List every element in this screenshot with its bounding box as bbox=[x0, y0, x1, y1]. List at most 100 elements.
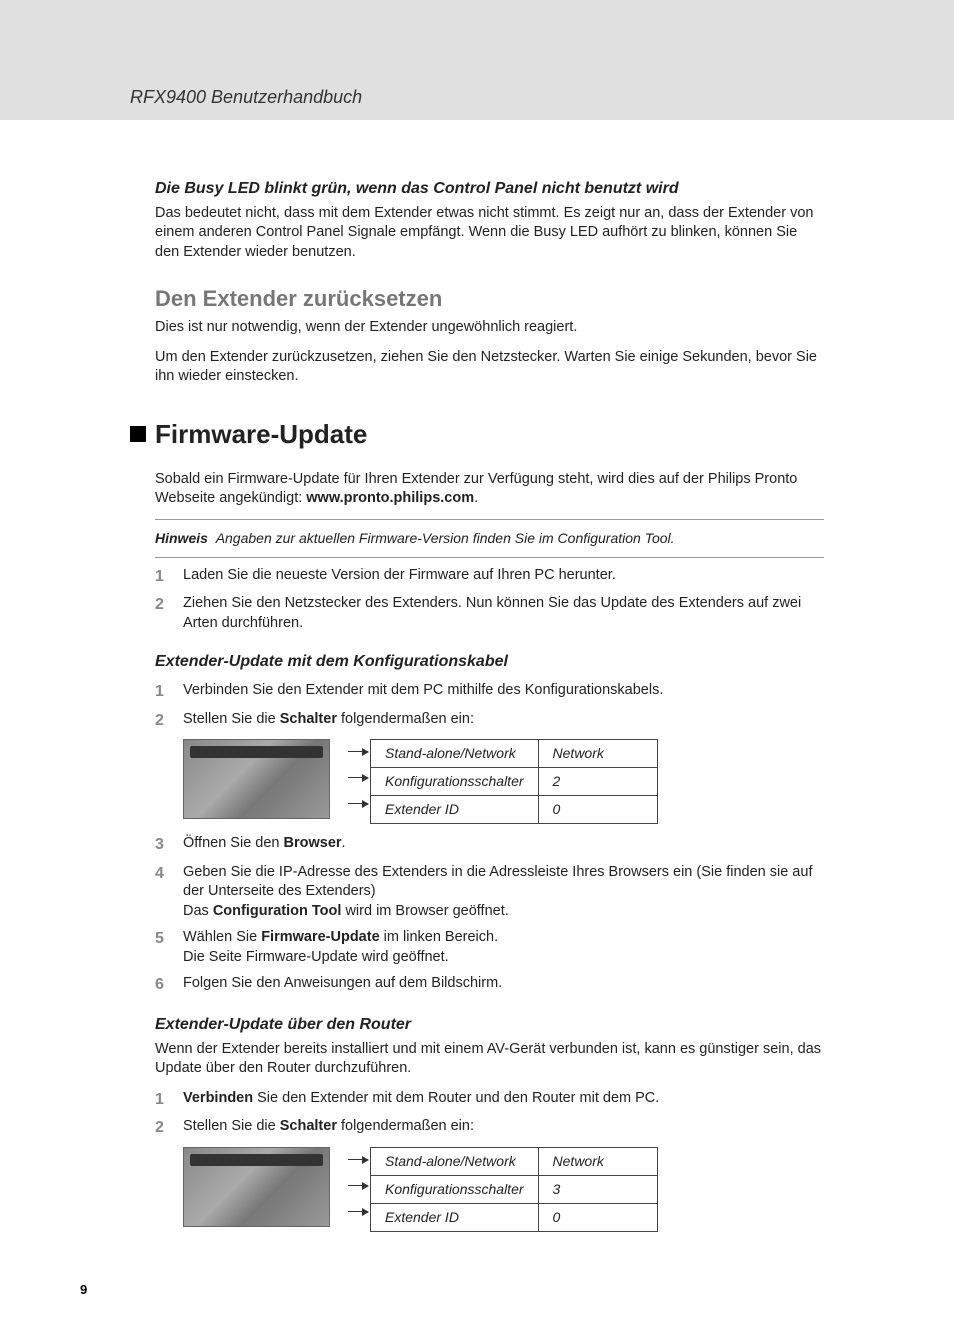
switch-value: 2 bbox=[538, 768, 657, 796]
table-row: Extender ID 0 bbox=[371, 796, 658, 824]
firmware-prep-steps: 1 Laden Sie die neueste Version der Firm… bbox=[155, 566, 824, 634]
note-label: Hinweis bbox=[155, 530, 208, 546]
switch-value: Network bbox=[538, 1147, 657, 1175]
reset-heading: Den Extender zurücksetzen bbox=[155, 284, 824, 314]
switch-name: Stand-alone/Network bbox=[371, 740, 539, 768]
text: folgendermaßen ein: bbox=[337, 711, 474, 727]
step-number: 2 bbox=[155, 594, 183, 633]
step-text: Öffnen Sie den Browser. bbox=[183, 834, 824, 856]
text: . bbox=[342, 835, 346, 851]
router-heading: Extender-Update über den Router bbox=[155, 1014, 824, 1036]
text: Sie den Extender mit dem Router und den … bbox=[253, 1090, 659, 1106]
step-text: Stellen Sie die Schalter folgendermaßen … bbox=[183, 710, 824, 732]
reset-para-1: Dies ist nur notwendig, wenn der Extende… bbox=[155, 318, 824, 338]
step-number: 1 bbox=[155, 566, 183, 588]
table-row: Konfigurationsschalter 2 bbox=[371, 768, 658, 796]
step-text: Geben Sie die IP-Adresse des Extenders i… bbox=[183, 863, 824, 922]
switch-name: Konfigurationsschalter bbox=[371, 768, 539, 796]
arrow-icon bbox=[348, 1211, 368, 1212]
switch-name: Extender ID bbox=[371, 796, 539, 824]
extender-switch-illustration bbox=[183, 1147, 330, 1227]
reset-para-2: Um den Extender zurückzusetzen, ziehen S… bbox=[155, 348, 824, 387]
list-item: 1 Verbinden Sie den Extender mit dem PC … bbox=[155, 681, 824, 703]
page-number: 9 bbox=[80, 1282, 87, 1297]
router-steps: 1 Verbinden Sie den Extender mit dem Rou… bbox=[155, 1089, 824, 1139]
arrows bbox=[348, 739, 370, 824]
step-number: 6 bbox=[155, 974, 183, 996]
section-marker-icon bbox=[130, 426, 146, 442]
step-text: Laden Sie die neueste Version der Firmwa… bbox=[183, 566, 824, 588]
note-text: Angaben zur aktuellen Firmware-Version f… bbox=[216, 530, 675, 546]
text: Geben Sie die IP-Adresse des Extenders i… bbox=[183, 864, 812, 900]
cable-steps: 1 Verbinden Sie den Extender mit dem PC … bbox=[155, 681, 824, 731]
step-number: 5 bbox=[155, 928, 183, 967]
text: Stellen Sie die bbox=[183, 711, 280, 727]
list-item: 5 Wählen Sie Firmware-Update im linken B… bbox=[155, 928, 824, 967]
extender-switch-illustration bbox=[183, 739, 330, 819]
list-item: 1 Verbinden Sie den Extender mit dem Rou… bbox=[155, 1089, 824, 1111]
step-text: Stellen Sie die Schalter folgendermaßen … bbox=[183, 1117, 824, 1139]
switch-name: Stand-alone/Network bbox=[371, 1147, 539, 1175]
router-switch-figure: Stand-alone/Network Network Konfiguratio… bbox=[183, 1147, 824, 1232]
cable-heading: Extender-Update mit dem Konfigurationska… bbox=[155, 651, 824, 673]
step-number: 2 bbox=[155, 1117, 183, 1139]
cable-switch-table: Stand-alone/Network Network Konfiguratio… bbox=[370, 739, 658, 824]
text: folgendermaßen ein: bbox=[337, 1118, 474, 1134]
switch-value: Network bbox=[538, 740, 657, 768]
text-bold: Firmware-Update bbox=[261, 929, 379, 945]
switch-name: Konfigurationsschalter bbox=[371, 1175, 539, 1203]
switch-name: Extender ID bbox=[371, 1203, 539, 1231]
arrow-icon bbox=[348, 803, 368, 804]
text: Die Seite Firmware-Update wird geöffnet. bbox=[183, 949, 449, 965]
step-number: 4 bbox=[155, 863, 183, 922]
busy-led-body: Das bedeutet nicht, dass mit dem Extende… bbox=[155, 204, 824, 263]
firmware-heading: Firmware-Update bbox=[155, 417, 367, 452]
note-row: Hinweis Angaben zur aktuellen Firmware-V… bbox=[155, 526, 824, 551]
router-switch-table: Stand-alone/Network Network Konfiguratio… bbox=[370, 1147, 658, 1232]
list-item: 2 Stellen Sie die Schalter folgendermaße… bbox=[155, 710, 824, 732]
arrow-icon bbox=[348, 777, 368, 778]
step-number: 3 bbox=[155, 834, 183, 856]
step-number: 2 bbox=[155, 710, 183, 732]
arrows bbox=[348, 1147, 370, 1232]
switch-value: 0 bbox=[538, 1203, 657, 1231]
router-intro: Wenn der Extender bereits installiert un… bbox=[155, 1040, 824, 1079]
step-text: Folgen Sie den Anweisungen auf dem Bilds… bbox=[183, 974, 824, 996]
step-text: Verbinden Sie den Extender mit dem PC mi… bbox=[183, 681, 824, 703]
firmware-intro: Sobald ein Firmware-Update für Ihren Ext… bbox=[155, 470, 824, 509]
page-content: Die Busy LED blinkt grün, wenn das Contr… bbox=[0, 120, 954, 1282]
list-item: 6 Folgen Sie den Anweisungen auf dem Bil… bbox=[155, 974, 824, 996]
switch-value: 0 bbox=[538, 796, 657, 824]
page-header: RFX9400 Benutzerhandbuch bbox=[0, 0, 954, 120]
step-number: 1 bbox=[155, 681, 183, 703]
text-bold: Configuration Tool bbox=[213, 903, 342, 919]
step-text: Ziehen Sie den Netzstecker des Extenders… bbox=[183, 594, 824, 633]
table-row: Extender ID 0 bbox=[371, 1203, 658, 1231]
divider bbox=[155, 519, 824, 520]
text: Öffnen Sie den bbox=[183, 835, 284, 851]
list-item: 2 Stellen Sie die Schalter folgendermaße… bbox=[155, 1117, 824, 1139]
text: Das bbox=[183, 903, 213, 919]
list-item: 1 Laden Sie die neueste Version der Firm… bbox=[155, 566, 824, 588]
list-item: 4 Geben Sie die IP-Adresse des Extenders… bbox=[155, 863, 824, 922]
arrow-icon bbox=[348, 1185, 368, 1186]
text: Stellen Sie die bbox=[183, 1118, 280, 1134]
text: wird im Browser geöffnet. bbox=[341, 903, 508, 919]
text-bold: Schalter bbox=[280, 711, 337, 727]
text-bold: Browser bbox=[284, 835, 342, 851]
text-bold: Schalter bbox=[280, 1118, 337, 1134]
switch-value: 3 bbox=[538, 1175, 657, 1203]
step-number: 1 bbox=[155, 1089, 183, 1111]
firmware-heading-row: Firmware-Update bbox=[130, 417, 824, 452]
cable-steps-cont: 3 Öffnen Sie den Browser. 4 Geben Sie di… bbox=[155, 834, 824, 996]
list-item: 2 Ziehen Sie den Netzstecker des Extende… bbox=[155, 594, 824, 633]
divider bbox=[155, 557, 824, 558]
arrow-icon bbox=[348, 751, 368, 752]
arrow-icon bbox=[348, 1159, 368, 1160]
table-row: Stand-alone/Network Network bbox=[371, 1147, 658, 1175]
page-footer: 9 bbox=[0, 1282, 954, 1342]
busy-led-heading: Die Busy LED blinkt grün, wenn das Contr… bbox=[155, 178, 824, 200]
text-bold: Verbinden bbox=[183, 1090, 253, 1106]
document-title: RFX9400 Benutzerhandbuch bbox=[130, 87, 362, 108]
cable-switch-figure: Stand-alone/Network Network Konfiguratio… bbox=[183, 739, 824, 824]
